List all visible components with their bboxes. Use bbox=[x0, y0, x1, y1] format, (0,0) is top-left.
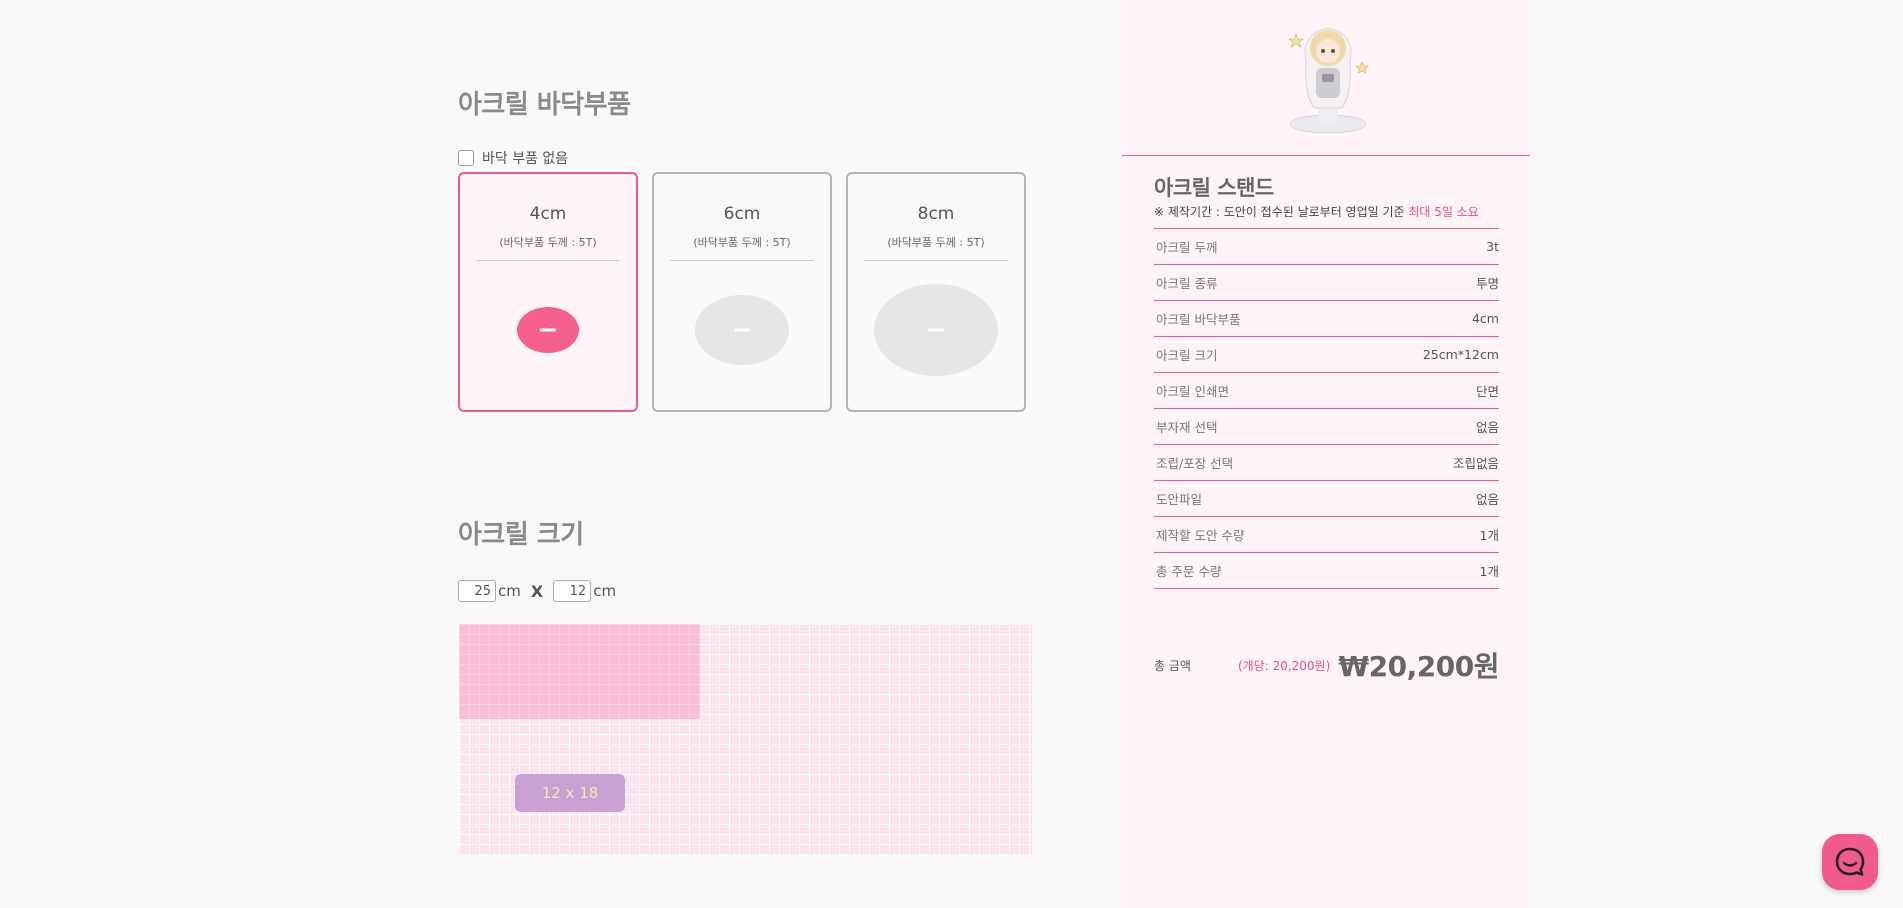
base-option-size: 6cm bbox=[723, 204, 761, 224]
spec-row: 아크릴 두께 3t bbox=[1154, 229, 1499, 265]
spec-label: 제작할 도안 수량 bbox=[1156, 528, 1245, 543]
spec-value: 3t bbox=[1486, 239, 1499, 254]
base-shape-icon bbox=[517, 307, 579, 353]
spec-row: 아크릴 바닥부품 4cm bbox=[1154, 301, 1499, 337]
divider bbox=[864, 260, 1008, 261]
spec-value: 없음 bbox=[1475, 420, 1499, 435]
spec-value: 25cm*12cm bbox=[1422, 347, 1499, 362]
height-unit: cm bbox=[593, 582, 617, 600]
spec-label: 아크릴 인쇄면 bbox=[1156, 384, 1229, 399]
spec-label: 도안파일 bbox=[1156, 492, 1203, 507]
total-price-row: 총 금액 (개당: 20,200원) ₩20,200원 bbox=[1154, 645, 1499, 685]
spec-value: 투명 bbox=[1475, 276, 1499, 291]
spec-label: 총 주문 수량 bbox=[1156, 564, 1222, 579]
production-notice: ※ 제작기간 : 도안이 접수된 날로부터 영업일 기준 최대 5일 소요 bbox=[1154, 203, 1479, 220]
spec-row: 아크릴 종류 투명 bbox=[1154, 265, 1499, 301]
spec-row: 아크릴 인쇄면 단면 bbox=[1154, 373, 1499, 409]
width-input[interactable] bbox=[458, 580, 496, 602]
base-shape-icon bbox=[695, 295, 789, 365]
spec-value: 4cm bbox=[1471, 311, 1499, 326]
base-option-6cm[interactable]: 6cm (바닥부품 두께 : 5T) bbox=[652, 172, 832, 412]
base-option-thickness: (바닥부품 두께 : 5T) bbox=[499, 236, 597, 249]
divider bbox=[1122, 155, 1530, 156]
base-option-thickness: (바닥부품 두께 : 5T) bbox=[887, 236, 985, 249]
dash-icon bbox=[540, 328, 556, 332]
spec-value: 1개 bbox=[1479, 564, 1499, 579]
spec-row: 총 주문 수량 1개 bbox=[1154, 553, 1499, 589]
spec-label: 조립/포장 선택 bbox=[1156, 456, 1234, 471]
spec-value: 조립없음 bbox=[1452, 456, 1499, 471]
product-title: 아크릴 스탠드 bbox=[1154, 176, 1274, 200]
base-option-4cm[interactable]: 4cm (바닥부품 두께 : 5T) bbox=[458, 172, 638, 412]
unit-price: (개당: 20,200원) bbox=[1237, 658, 1331, 673]
spec-row: 조립/포장 선택 조립없음 bbox=[1154, 445, 1499, 481]
total-label: 총 금액 bbox=[1154, 658, 1191, 673]
spec-row: 도안파일 없음 bbox=[1154, 481, 1499, 517]
size-grid-tag: 12 x 18 bbox=[515, 774, 625, 812]
times-sign: X bbox=[530, 581, 544, 601]
spec-label: 아크릴 두께 bbox=[1156, 240, 1218, 255]
dash-icon bbox=[734, 328, 750, 332]
spec-row: 부자재 선택 없음 bbox=[1154, 409, 1499, 445]
dash-icon bbox=[928, 328, 944, 332]
base-option-size: 4cm bbox=[529, 204, 567, 224]
size-grid[interactable]: 12 x 18 bbox=[459, 624, 1032, 854]
spec-row: 아크릴 크기 25cm*12cm bbox=[1154, 337, 1499, 373]
width-unit: cm bbox=[498, 582, 521, 600]
spec-label: 아크릴 바닥부품 bbox=[1156, 312, 1241, 327]
base-option-thickness: (바닥부품 두께 : 5T) bbox=[693, 236, 791, 249]
notice-text: ※ 제작기간 : 도안이 접수된 날로부터 영업일 기준 bbox=[1154, 205, 1409, 219]
no-base-label: 바닥 부품 없음 bbox=[482, 151, 569, 167]
size-input-row: cm X cm bbox=[458, 580, 616, 602]
spec-label: 아크릴 크기 bbox=[1156, 348, 1218, 363]
order-summary-panel: 아크릴 스탠드 ※ 제작기간 : 도안이 접수된 날로부터 영업일 기준 최대 … bbox=[1122, 0, 1530, 908]
chat-bubble-icon bbox=[1835, 847, 1865, 876]
size-grid-selection bbox=[459, 624, 700, 719]
spec-table: 아크릴 두께 3t 아크릴 종류 투명 아크릴 바닥부품 4cm 아크릴 크기 25cm… bbox=[1154, 228, 1499, 589]
spec-row: 제작할 도안 수량 1개 bbox=[1154, 517, 1499, 553]
chat-button[interactable] bbox=[1822, 834, 1878, 890]
section-title-size: 아크릴 크기 bbox=[458, 520, 584, 550]
base-shape-icon bbox=[874, 284, 998, 376]
base-option-size: 8cm bbox=[917, 204, 955, 224]
section-title-base: 아크릴 바닥부품 bbox=[458, 90, 631, 120]
spec-label: 부자재 선택 bbox=[1156, 420, 1218, 435]
divider bbox=[476, 260, 620, 261]
spec-value: 없음 bbox=[1475, 492, 1499, 507]
height-input[interactable] bbox=[553, 580, 592, 602]
spec-value: 1개 bbox=[1479, 528, 1499, 543]
notice-highlight: 최대 5일 소요 bbox=[1408, 205, 1479, 219]
divider bbox=[670, 260, 814, 261]
total-price: ₩20,200원 bbox=[1338, 650, 1499, 683]
product-image bbox=[1288, 27, 1369, 134]
spec-label: 아크릴 종류 bbox=[1156, 276, 1218, 291]
no-base-checkbox-row[interactable]: 바닥 부품 없음 bbox=[458, 148, 568, 168]
base-option-8cm[interactable]: 8cm (바닥부품 두께 : 5T) bbox=[846, 172, 1026, 412]
checkbox-icon[interactable] bbox=[458, 150, 474, 166]
spec-value: 단면 bbox=[1475, 384, 1499, 399]
